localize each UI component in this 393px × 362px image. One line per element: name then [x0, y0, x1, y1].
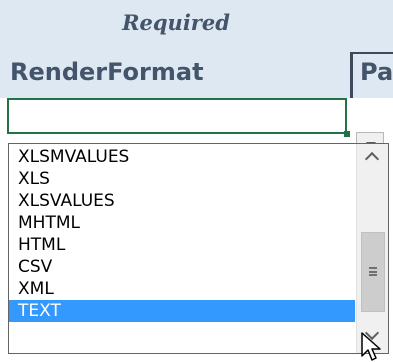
dropdown-option-xlsmvalues[interactable]: XLSMVALUES — [9, 146, 355, 168]
mouse-pointer-icon — [361, 332, 381, 361]
column-divider — [350, 52, 353, 98]
scroll-up-button[interactable] — [357, 144, 388, 174]
spreadsheet: Required RenderFormat Pa XLSMVALUES XLS … — [0, 0, 393, 362]
dropdown-option-csv[interactable]: CSV — [9, 256, 355, 278]
dropdown-option-xml[interactable]: XML — [9, 278, 355, 300]
dropdown-option-text[interactable]: TEXT — [9, 300, 355, 322]
dropdown-scrollbar[interactable] — [356, 144, 388, 353]
fill-handle[interactable] — [344, 131, 350, 137]
required-label: Required — [122, 10, 230, 35]
scroll-thumb[interactable] — [361, 232, 385, 312]
dropdown-option-mhtml[interactable]: MHTML — [9, 212, 355, 234]
dropdown-option-xls[interactable]: XLS — [9, 168, 355, 190]
dropdown-option-xlsvalues[interactable]: XLSVALUES — [9, 190, 355, 212]
dropdown-options: XLSMVALUES XLS XLSVALUES MHTML HTML CSV … — [9, 146, 355, 322]
column-header-renderformat[interactable]: RenderFormat — [10, 58, 204, 86]
format-dropdown-list[interactable]: XLSMVALUES XLS XLSVALUES MHTML HTML CSV … — [8, 143, 389, 354]
active-cell[interactable] — [7, 98, 347, 134]
column-border-top — [350, 52, 393, 54]
column-header-next[interactable]: Pa — [360, 58, 393, 86]
dropdown-option-html[interactable]: HTML — [9, 234, 355, 256]
grip-icon — [369, 267, 377, 276]
